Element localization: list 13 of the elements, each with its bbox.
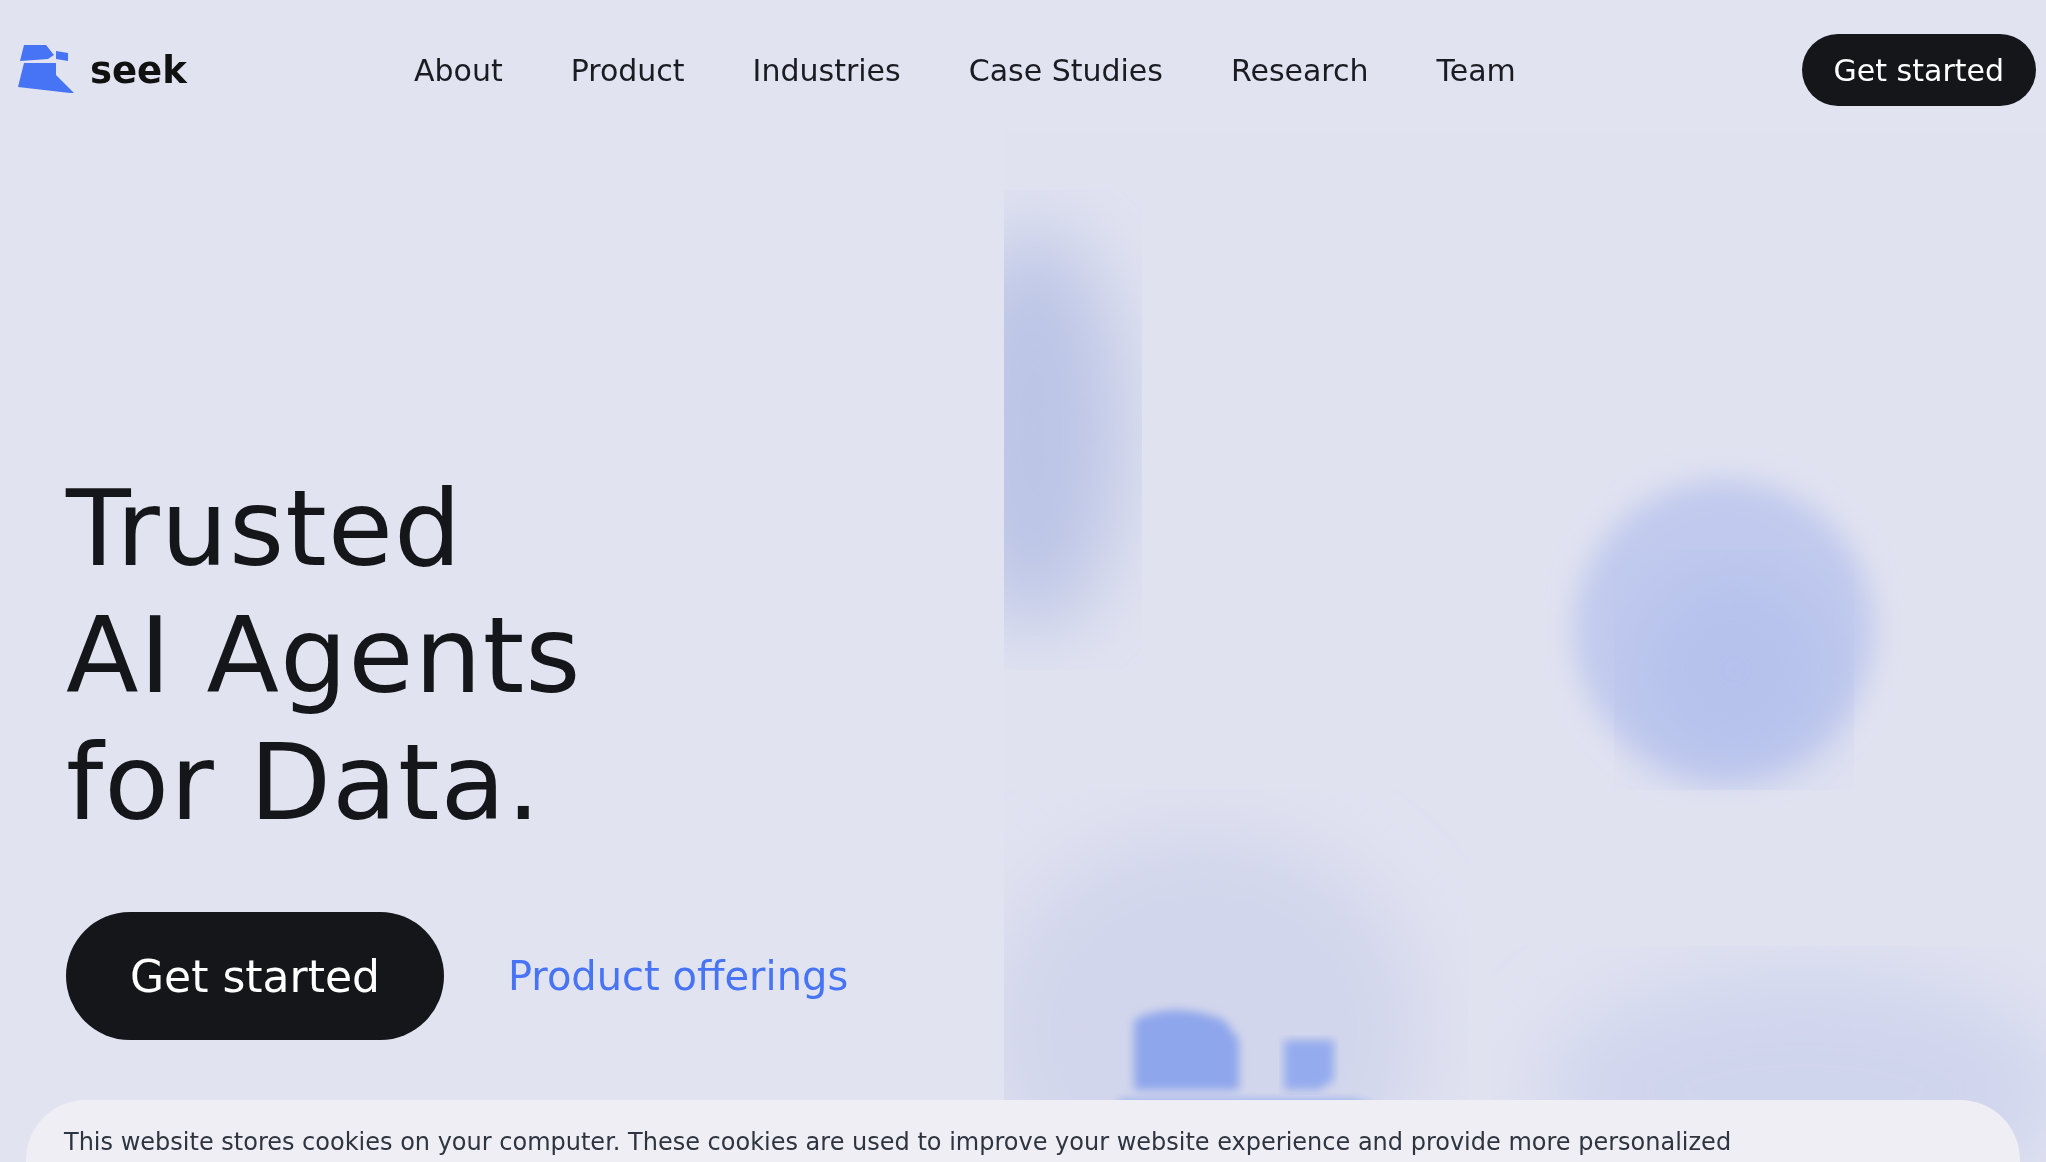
nav-link[interactable]: About bbox=[414, 52, 503, 88]
nav-link[interactable]: Case Studies bbox=[968, 52, 1163, 88]
logo-wordmark[interactable]: seek bbox=[90, 48, 187, 92]
get-started-button[interactable]: Get started bbox=[1801, 34, 2036, 106]
headline: Trusted bbox=[66, 466, 464, 592]
cookie-notice: This website stores cookies on your computer. These cookies are used to improve your website experience and provide more personalized bbox=[63, 1127, 1733, 1156]
nav-link[interactable]: Team bbox=[1436, 52, 1516, 88]
headline: for Data. bbox=[66, 720, 543, 846]
get-started-button[interactable]: Get started bbox=[66, 912, 444, 1040]
nav-link[interactable]: Product bbox=[570, 52, 685, 88]
nav-link[interactable]: Industries bbox=[752, 52, 901, 88]
headline: AI Agents bbox=[66, 593, 583, 719]
nav-link[interactable]: Research bbox=[1230, 52, 1369, 88]
